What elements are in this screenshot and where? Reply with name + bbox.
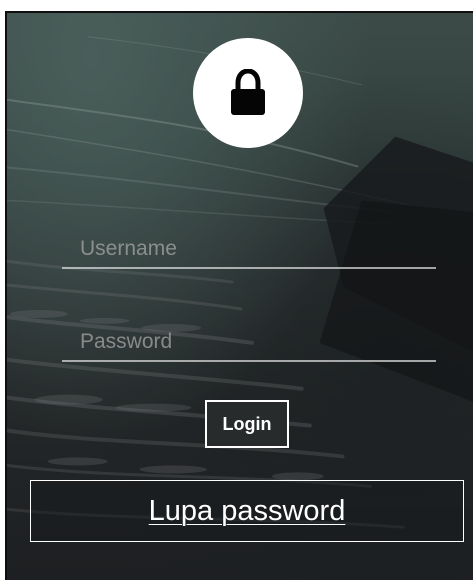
forgot-password-panel: Lupa password — [30, 480, 464, 542]
username-input[interactable] — [62, 231, 436, 269]
roof-tile-highlight — [9, 309, 68, 318]
roof-tile-row — [7, 428, 345, 459]
login-button[interactable]: Login — [205, 400, 289, 448]
roof-tile-highlight — [79, 317, 130, 324]
lock-badge — [193, 38, 303, 148]
lock-icon — [231, 69, 265, 115]
login-screen: Login Lupa password — [5, 11, 473, 580]
roof-tile-highlight — [115, 403, 192, 412]
roof-tile-highlight — [47, 457, 108, 466]
roof-tile-highlight — [34, 394, 103, 405]
roof-tile-highlight — [139, 465, 208, 474]
forgot-password-link[interactable]: Lupa password — [149, 496, 346, 526]
password-input[interactable] — [62, 324, 436, 362]
roof-tile-row — [7, 283, 243, 311]
roof-line — [7, 98, 359, 168]
roof-tile-row — [7, 357, 304, 391]
